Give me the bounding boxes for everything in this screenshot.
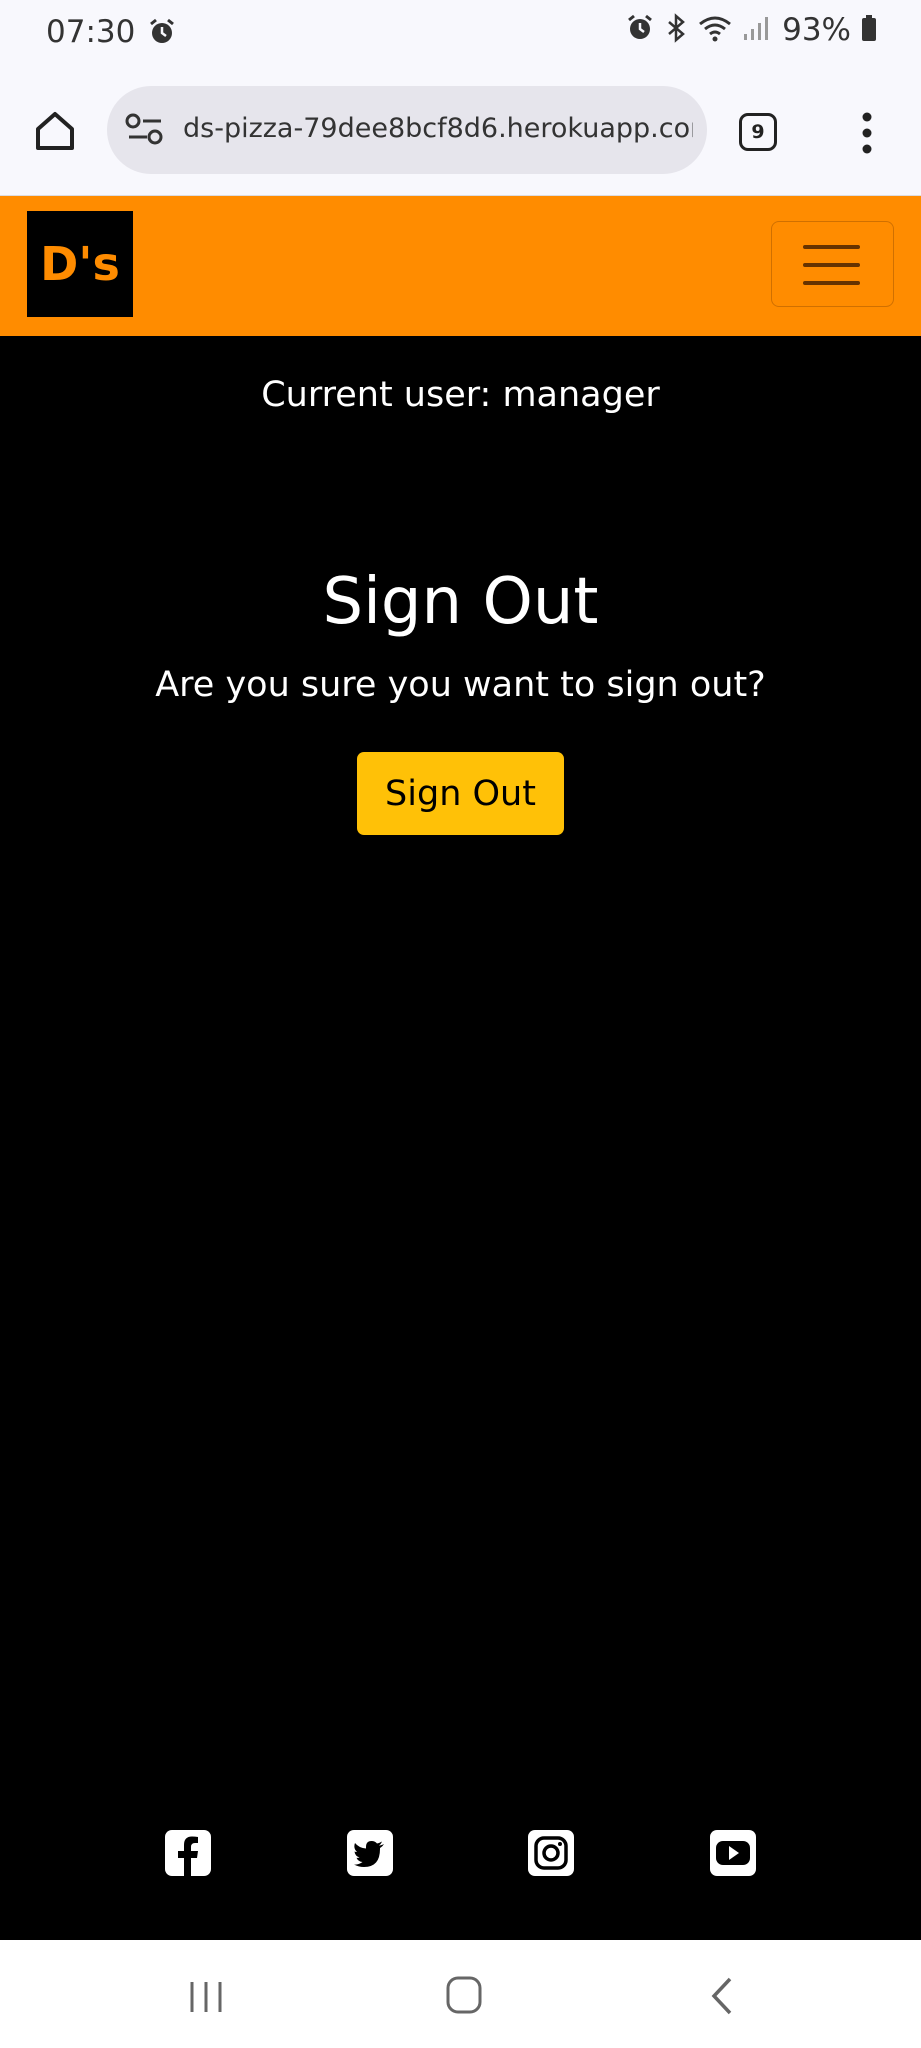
more-options-icon[interactable] — [855, 108, 879, 158]
hamburger-line — [803, 245, 860, 249]
instagram-icon[interactable] — [527, 1829, 575, 1877]
battery-icon — [861, 14, 877, 46]
site-settings-icon[interactable] — [125, 112, 165, 150]
recent-apps-icon[interactable] — [188, 1980, 224, 2018]
twitter-icon[interactable] — [346, 1829, 394, 1877]
signal-icon — [742, 14, 772, 46]
status-time: 07:30 — [46, 14, 136, 50]
bluetooth-icon — [664, 13, 688, 47]
system-navigation-bar — [0, 1940, 921, 2048]
hamburger-menu-button[interactable] — [771, 221, 894, 307]
hamburger-line — [803, 281, 860, 285]
status-right: 93% — [626, 12, 877, 48]
address-bar[interactable]: ds-pizza-79dee8bcf8d6.herokuapp.com — [107, 86, 707, 174]
hamburger-line — [803, 263, 860, 267]
youtube-icon[interactable] — [709, 1829, 757, 1877]
page-title: Sign Out — [322, 565, 599, 639]
url-text[interactable]: ds-pizza-79dee8bcf8d6.herokuapp.com — [183, 113, 693, 144]
site-navbar: D's — [0, 196, 921, 336]
battery-percent: 93% — [782, 12, 851, 48]
sign-out-button[interactable]: Sign Out — [357, 752, 564, 835]
browser-toolbar: ds-pizza-79dee8bcf8d6.herokuapp.com 9 — [0, 68, 921, 196]
system-home-icon[interactable] — [446, 1976, 482, 2018]
site-logo[interactable]: D's — [27, 211, 133, 317]
alarm-icon — [626, 14, 654, 46]
home-icon[interactable] — [30, 106, 80, 156]
facebook-icon[interactable] — [164, 1829, 212, 1877]
tab-switcher-button[interactable]: 9 — [739, 113, 777, 151]
current-user-text: Current user: manager — [261, 375, 660, 415]
status-bar: 07:30 93% — [0, 0, 921, 68]
alarm-icon — [148, 18, 176, 50]
signout-prompt: Are you sure you want to sign out? — [155, 665, 766, 705]
back-icon[interactable] — [708, 1976, 736, 2020]
wifi-icon — [698, 14, 732, 46]
